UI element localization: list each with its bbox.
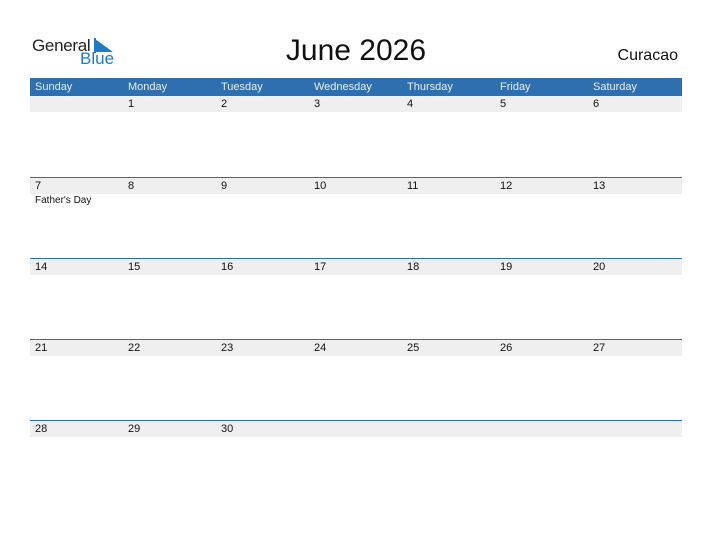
day-number: 22 (128, 342, 141, 354)
day-number: 8 (128, 180, 135, 192)
day-number: 1 (128, 98, 135, 110)
week-row: 7 8 9 10 11 12 13 Father's Day (30, 177, 682, 258)
weekday-sunday: Sunday (35, 81, 73, 93)
day-number (309, 421, 402, 437)
day-number: 19 (500, 261, 513, 273)
day-number: 2 (221, 98, 228, 110)
day-number-row: 28 29 30 (30, 421, 682, 437)
day-number: 9 (221, 180, 228, 192)
day-number: 14 (35, 261, 48, 273)
day-number: 11 (407, 180, 419, 192)
day-number: 28 (35, 423, 48, 435)
calendar-title: June 2026 (285, 34, 427, 67)
day-event (588, 194, 682, 208)
weekday-monday: Monday (128, 81, 168, 93)
day-number: 18 (407, 261, 420, 273)
day-number: 12 (500, 180, 513, 192)
day-number-row: 7 8 9 10 11 12 13 (30, 178, 682, 194)
day-number: 29 (128, 423, 141, 435)
day-number: 4 (407, 98, 414, 110)
calendar-grid: Sunday Monday Tuesday Wednesday Thursday… (30, 78, 682, 501)
day-number: 17 (314, 261, 327, 273)
day-event (309, 194, 402, 208)
day-number (495, 421, 588, 437)
day-number (402, 421, 495, 437)
country-label: Curacao (617, 47, 678, 64)
weekday-friday: Friday (500, 81, 531, 93)
day-number (588, 421, 682, 437)
weekday-wednesday: Wednesday (314, 81, 372, 93)
week-row: 21 22 23 24 25 26 27 (30, 339, 682, 420)
week-row: 28 29 30 (30, 420, 682, 501)
day-number: 21 (35, 342, 48, 354)
day-event (123, 194, 216, 208)
day-number: 16 (221, 261, 234, 273)
weekday-tuesday: Tuesday (221, 81, 263, 93)
day-number: 25 (407, 342, 420, 354)
event-row: Father's Day (30, 194, 682, 208)
day-number (30, 96, 123, 112)
day-number: 5 (500, 98, 507, 110)
day-number: 7 (35, 180, 42, 192)
day-number-row: 14 15 16 17 18 19 20 (30, 259, 682, 275)
weekday-header: Sunday Monday Tuesday Wednesday Thursday… (30, 78, 682, 96)
weekday-thursday: Thursday (407, 81, 453, 93)
day-number-row: 1 2 3 4 5 6 (30, 96, 682, 112)
day-number-row: 21 22 23 24 25 26 27 (30, 340, 682, 356)
day-number: 24 (314, 342, 327, 354)
day-number: 6 (593, 98, 600, 110)
day-number: 30 (221, 423, 234, 435)
weekday-saturday: Saturday (593, 81, 638, 93)
day-event (402, 194, 495, 208)
week-row: 14 15 16 17 18 19 20 (30, 258, 682, 339)
day-event: Father's Day (35, 195, 92, 206)
day-number: 23 (221, 342, 234, 354)
day-number: 13 (593, 180, 606, 192)
day-number: 15 (128, 261, 141, 273)
day-number: 27 (593, 342, 606, 354)
day-number: 3 (314, 98, 321, 110)
day-number: 20 (593, 261, 606, 273)
day-event (216, 194, 309, 208)
day-number: 10 (314, 180, 327, 192)
week-row: 1 2 3 4 5 6 (30, 96, 682, 177)
day-event (495, 194, 588, 208)
day-number: 26 (500, 342, 513, 354)
